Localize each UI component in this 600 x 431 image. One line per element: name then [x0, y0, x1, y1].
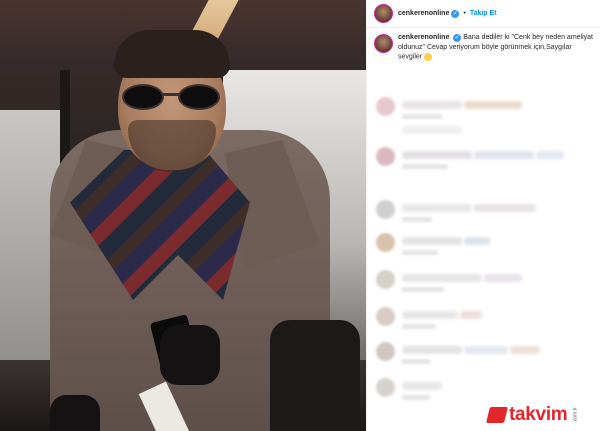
avatar[interactable] [374, 4, 393, 23]
blurred-comment [374, 147, 596, 169]
instagram-post: cenkerenonline ✓ • Takip Et cenkerenonli… [0, 0, 600, 431]
comment-blur [402, 346, 462, 354]
watermark-domain: .com.tr [573, 407, 580, 423]
comment-avatar [376, 307, 395, 326]
sunglasses-lens [178, 84, 220, 110]
caption-avatar[interactable] [374, 34, 393, 53]
leather-bag [270, 320, 360, 431]
comment-meta-blur [402, 287, 444, 292]
gloved-hand-left [50, 395, 100, 431]
comment-blur [474, 204, 536, 212]
comment-blur [536, 151, 564, 159]
caption-text-block: cenkerenonline ✓ Bana dediler ki "Cenk b… [398, 33, 594, 62]
follow-button[interactable]: Takip Et [470, 10, 497, 17]
blurred-comment [374, 122, 596, 142]
comment-blur [510, 346, 540, 354]
post-header: cenkerenonline ✓ • Takip Et [367, 0, 600, 28]
hair [114, 30, 230, 78]
comment-blur [464, 346, 508, 354]
comment-avatar [376, 200, 395, 219]
comments-panel: cenkerenonline ✓ • Takip Et cenkerenonli… [366, 0, 600, 431]
comment-blur [402, 274, 482, 282]
post-photo[interactable] [0, 0, 366, 431]
blurred-comment [374, 378, 596, 400]
comment-avatar [376, 97, 395, 116]
caption-username[interactable]: cenkerenonline [398, 34, 449, 41]
blurred-comment [374, 200, 596, 222]
comment-blur [460, 311, 482, 319]
comment-blur [402, 237, 462, 245]
comment-meta-blur [402, 250, 438, 255]
comment-meta-blur [402, 164, 448, 169]
smiling-face-emoji-icon [424, 53, 433, 61]
takvim-watermark: takvim .com.tr [486, 404, 584, 426]
comment-blur [402, 126, 462, 134]
gloved-hand-right [160, 325, 220, 385]
blurred-comment [374, 97, 596, 119]
comment-blur [464, 101, 522, 109]
comment-meta-blur [402, 359, 430, 364]
takvim-logo-icon [486, 407, 508, 423]
comment-blur [474, 151, 534, 159]
comment-blur [464, 237, 490, 245]
watermark-text: takvim [509, 404, 568, 425]
comment-avatar [376, 147, 395, 166]
comment-meta-blur [402, 217, 432, 222]
blurred-comment [374, 233, 596, 255]
verified-badge-icon: ✓ [451, 9, 460, 18]
comment-avatar [376, 378, 395, 397]
comment-blur [402, 382, 442, 390]
sunglasses-lens [122, 84, 164, 110]
header-separator: • [463, 10, 466, 17]
verified-badge-icon: ✓ [453, 34, 462, 42]
header-username[interactable]: cenkerenonline [398, 10, 449, 17]
blurred-comment [374, 270, 596, 292]
comment-blur [402, 311, 458, 319]
comment-blur [484, 274, 522, 282]
post-caption: cenkerenonline ✓ Bana dediler ki "Cenk b… [374, 33, 596, 62]
comment-avatar [376, 270, 395, 289]
comment-meta-blur [402, 324, 436, 329]
man-in-coat [40, 20, 360, 431]
comment-avatar [376, 233, 395, 252]
blurred-comment [374, 307, 596, 329]
comment-meta-blur [402, 395, 430, 400]
sunglasses [120, 84, 224, 110]
blurred-comment [374, 342, 596, 364]
comment-blur [402, 204, 472, 212]
comment-blur [402, 101, 462, 109]
comment-meta-blur [402, 114, 442, 119]
comment-avatar [376, 342, 395, 361]
comment-blur [402, 151, 472, 159]
